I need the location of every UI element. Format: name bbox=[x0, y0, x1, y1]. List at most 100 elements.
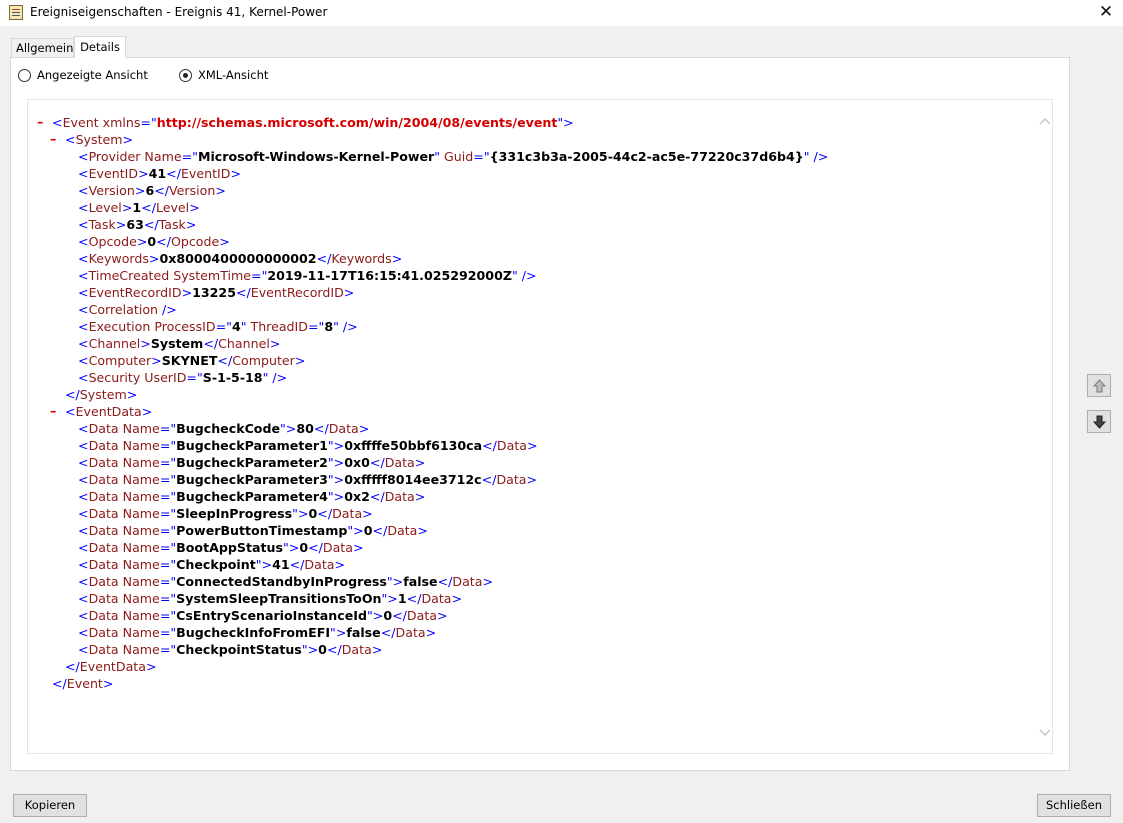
xml-tag-name: Execution bbox=[88, 319, 151, 334]
xml-punct: < bbox=[78, 557, 89, 572]
xml-attr-name: Name bbox=[118, 625, 160, 640]
xml-value: 0 bbox=[299, 540, 309, 555]
xml-punct: < bbox=[78, 438, 89, 453]
xml-field-task: <Task>63</Task> bbox=[78, 216, 196, 233]
xml-tag-name: Data bbox=[88, 472, 119, 487]
xml-value: {331c3b3a-2005-44c2-ac5e-77220c37d6b4} bbox=[489, 149, 804, 164]
xml-punct: </ bbox=[65, 659, 80, 674]
xml-tag-name: Opcode bbox=[88, 234, 137, 249]
xml-punct: < bbox=[65, 404, 76, 419]
chevron-down-icon[interactable] bbox=[1038, 726, 1052, 740]
previous-event-button[interactable] bbox=[1087, 374, 1111, 397]
xml-punct: "> bbox=[557, 115, 574, 130]
xml-punct: < bbox=[78, 455, 89, 470]
xml-punct: "> bbox=[292, 506, 309, 521]
xml-namespace: http://schemas.microsoft.com/win/2004/08… bbox=[156, 115, 558, 130]
xml-punct: < bbox=[78, 183, 89, 198]
xml-execution: <Execution ProcessID="4" ThreadID="8" /> bbox=[78, 318, 358, 335]
tab-allgemein[interactable]: Allgemein bbox=[11, 38, 74, 58]
xml-punct: > bbox=[230, 166, 242, 181]
xml-punct: </ bbox=[154, 183, 169, 198]
xml-punct: > bbox=[136, 234, 148, 249]
xml-tag-name: Data bbox=[341, 642, 372, 657]
xml-value: CsEntryScenarioInstanceId bbox=[176, 608, 367, 623]
xml-punct: < bbox=[78, 642, 89, 657]
xml-value: 41 bbox=[272, 557, 290, 572]
xml-tag-name: Data bbox=[88, 421, 119, 436]
xml-punct: </ bbox=[481, 472, 497, 487]
collapse-toggle[interactable]: – bbox=[50, 403, 56, 418]
xml-punct: > bbox=[151, 353, 162, 368]
copy-button[interactable]: Kopieren bbox=[13, 794, 87, 817]
xml-event-open: <Event xmlns="http://schemas.microsoft.c… bbox=[52, 114, 574, 131]
xml-punct: < bbox=[65, 132, 76, 147]
xml-punct: "> bbox=[280, 421, 297, 436]
xml-value: SleepInProgress bbox=[176, 506, 293, 521]
xml-attr-name: Name bbox=[118, 557, 160, 572]
xml-punct: "> bbox=[347, 523, 364, 538]
xml-punct: "> bbox=[330, 625, 347, 640]
xml-tag-name: Data bbox=[322, 540, 353, 555]
xml-data-item: <Data Name="BugcheckParameter1">0xffffe5… bbox=[78, 437, 538, 454]
xml-timecreated: <TimeCreated SystemTime="2019-11-17T16:1… bbox=[78, 267, 537, 284]
xml-tag-name: Task bbox=[158, 217, 186, 232]
xml-field-opcode: <Opcode>0</Opcode> bbox=[78, 233, 230, 250]
xml-value: 4 bbox=[231, 319, 241, 334]
xml-punct: > bbox=[122, 132, 134, 147]
xml-punct: > bbox=[138, 166, 149, 181]
xml-tag-name: Version bbox=[88, 183, 135, 198]
radio-button-unchecked[interactable] bbox=[18, 69, 31, 82]
xml-tag-name: Computer bbox=[232, 353, 295, 368]
xml-punct: > bbox=[148, 251, 160, 266]
xml-punct: > bbox=[334, 557, 346, 572]
xml-data-item: <Data Name="SystemSleepTransitionsToOn">… bbox=[78, 590, 462, 607]
xml-punct: </ bbox=[326, 642, 342, 657]
xml-punct: </ bbox=[203, 336, 219, 351]
xml-punct: < bbox=[78, 506, 89, 521]
xml-tag-name: Data bbox=[384, 489, 415, 504]
xml-value: 41 bbox=[148, 166, 167, 181]
xml-security: <Security UserID="S-1-5-18" /> bbox=[78, 369, 287, 386]
xml-data-item: <Data Name="Checkpoint">41</Data> bbox=[78, 556, 345, 573]
xml-tag-name: Data bbox=[328, 421, 359, 436]
xml-attr-name: Name bbox=[118, 421, 160, 436]
xml-tag-name: System bbox=[79, 387, 127, 402]
chevron-up-icon[interactable] bbox=[1038, 114, 1052, 128]
collapse-toggle[interactable]: – bbox=[50, 131, 56, 146]
xml-punct: =" bbox=[159, 455, 177, 470]
arrow-down-icon bbox=[1093, 415, 1106, 429]
xml-tag-name: Data bbox=[406, 608, 437, 623]
xml-punct: < bbox=[78, 523, 89, 538]
xml-value: 0xfffff8014ee3712c bbox=[344, 472, 482, 487]
xml-value: 0xffffe50bbf6130ca bbox=[344, 438, 483, 453]
xml-punct: > bbox=[414, 489, 426, 504]
xml-punct: "> bbox=[386, 574, 404, 589]
xml-value: Microsoft-Windows-Kernel-Power bbox=[197, 149, 435, 164]
xml-attr-name: Name bbox=[118, 642, 160, 657]
close-window-button[interactable]: ✕ bbox=[1089, 0, 1123, 26]
xml-view[interactable]: <Event xmlns="http://schemas.microsoft.c… bbox=[27, 99, 1053, 754]
xml-tag-name: Data bbox=[395, 625, 426, 640]
xml-punct: > bbox=[126, 387, 138, 402]
tab-details[interactable]: Details bbox=[74, 36, 126, 58]
collapse-toggle[interactable]: – bbox=[37, 114, 43, 129]
xml-punct: =" bbox=[159, 591, 177, 606]
xml-data-item: <Data Name="PowerButtonTimestamp">0</Dat… bbox=[78, 522, 428, 539]
xml-value: 8 bbox=[324, 319, 334, 334]
xml-punct: > bbox=[185, 217, 197, 232]
close-button[interactable]: Schließen bbox=[1037, 794, 1111, 817]
xml-tag-name: Data bbox=[421, 591, 452, 606]
xml-tag-name: Data bbox=[496, 438, 527, 453]
xml-punct: =" bbox=[140, 115, 157, 130]
xml-punct: > bbox=[451, 591, 463, 606]
radio-xml-label: XML-Ansicht bbox=[198, 68, 269, 82]
xml-tag-name: Channel bbox=[218, 336, 270, 351]
xml-punct: =" bbox=[159, 625, 177, 640]
next-event-button[interactable] bbox=[1087, 410, 1111, 433]
xml-punct: =" bbox=[215, 319, 232, 334]
xml-punct: </ bbox=[156, 234, 171, 249]
xml-value: BootAppStatus bbox=[176, 540, 283, 555]
radio-button-checked[interactable] bbox=[179, 69, 192, 82]
xml-punct: < bbox=[78, 353, 89, 368]
xml-punct: < bbox=[78, 574, 89, 589]
